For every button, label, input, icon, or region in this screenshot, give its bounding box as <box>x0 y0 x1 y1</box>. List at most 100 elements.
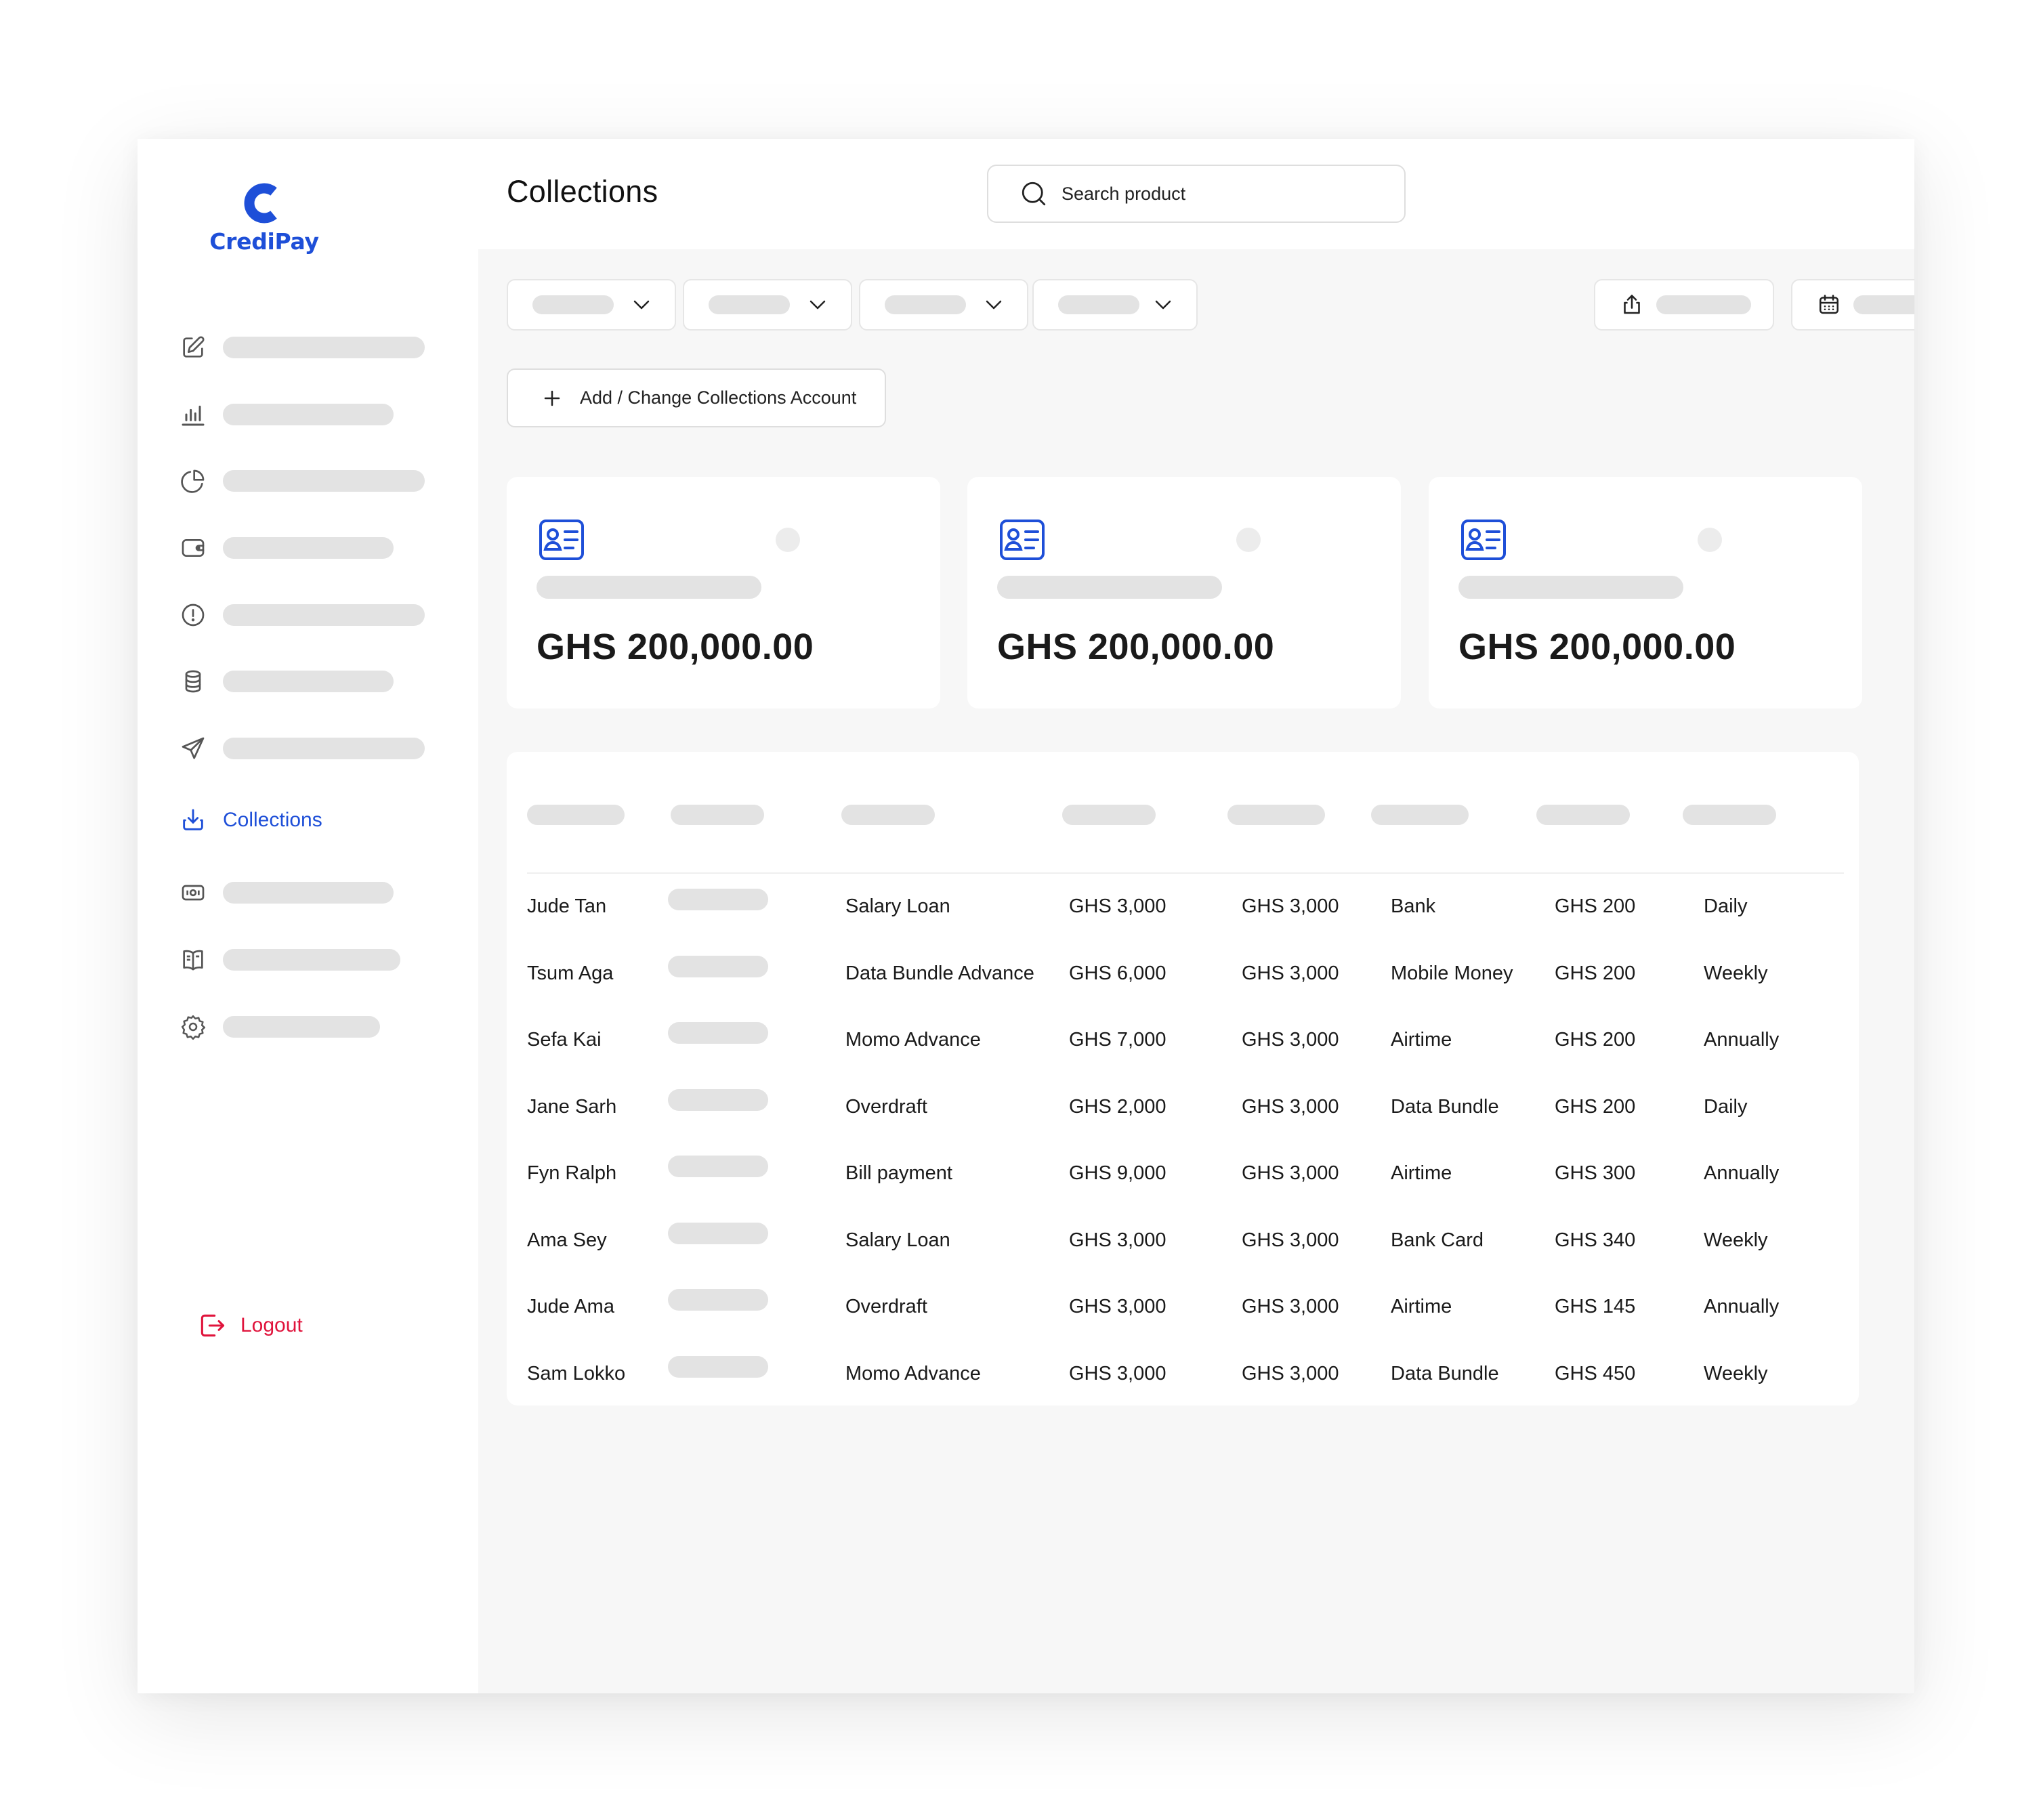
date-label-placeholder <box>1853 295 1914 314</box>
info-icon[interactable] <box>1698 528 1722 552</box>
table-cell-product: Overdraft <box>845 1296 927 1317</box>
table-cell-amount2: GHS 3,000 <box>1242 1362 1339 1384</box>
column-header-placeholder <box>1536 805 1630 825</box>
summary-card: GHS 200,000.00 <box>507 477 940 708</box>
table-cell-frequency: Daily <box>1704 895 1748 917</box>
table-cell-fee: GHS 200 <box>1555 1095 1636 1118</box>
cell-placeholder <box>668 1222 768 1244</box>
table-cell-frequency: Weekly <box>1704 1362 1768 1384</box>
search-icon <box>1022 182 1046 206</box>
logo-text: CrediPay <box>209 228 319 255</box>
chevron-down-icon <box>810 300 826 310</box>
card-label-placeholder <box>537 576 761 599</box>
sidebar-item-label-placeholder <box>223 882 394 904</box>
card-label-placeholder <box>1458 576 1683 599</box>
column-header-placeholder <box>841 805 935 825</box>
export-button[interactable] <box>1594 279 1774 331</box>
plus-icon <box>544 390 560 406</box>
chevron-down-icon <box>633 300 650 310</box>
table-cell-product: Overdraft <box>845 1095 927 1118</box>
sidebar-item-edit[interactable] <box>177 331 425 364</box>
table-cell-frequency: Annually <box>1704 1162 1780 1184</box>
alert-circle-icon <box>177 599 209 631</box>
column-header-placeholder <box>1227 805 1325 825</box>
sidebar-item-settings[interactable] <box>177 1010 380 1044</box>
filter-dropdown-4[interactable] <box>1032 279 1198 331</box>
sidebar-item-label-placeholder <box>223 949 400 971</box>
sidebar-item-wallet[interactable] <box>177 531 394 565</box>
table-cell-amount: GHS 3,000 <box>1069 1229 1166 1251</box>
filter-dropdown-1[interactable] <box>507 279 676 331</box>
table-cell-fee: GHS 300 <box>1555 1162 1636 1184</box>
table-row[interactable]: Jane Sarh Overdraft GHS 2,000 GHS 3,000 Data… <box>507 1088 1859 1130</box>
table-cell-amount: GHS 3,000 <box>1069 1362 1166 1384</box>
column-header-placeholder <box>1371 805 1469 825</box>
pie-chart-icon <box>177 465 209 497</box>
logo[interactable]: CrediPay <box>200 182 329 255</box>
table-cell-channel: Bank <box>1391 895 1436 917</box>
table-cell-fee: GHS 450 <box>1555 1362 1636 1384</box>
table-row[interactable]: Jude Ama Overdraft GHS 3,000 GHS 3,000 Airti… <box>507 1289 1859 1330</box>
filter-label-placeholder <box>1058 295 1139 314</box>
id-card-icon <box>1461 520 1506 560</box>
table-cell-frequency: Weekly <box>1704 962 1768 984</box>
table-cell-product: Momo Advance <box>845 1362 981 1384</box>
logout-label: Logout <box>240 1314 303 1336</box>
cell-placeholder <box>668 1156 768 1177</box>
send-icon <box>177 732 209 765</box>
table-cell-name: Tsum Aga <box>527 962 614 984</box>
info-icon[interactable] <box>1236 528 1261 552</box>
table-row[interactable]: Jude Tan Salary Loan GHS 3,000 GHS 3,000 Ban… <box>507 889 1859 929</box>
filter-dropdown-2[interactable] <box>683 279 852 331</box>
summary-card: GHS 200,000.00 <box>1429 477 1862 708</box>
table-row[interactable]: Tsum Aga Data Bundle Advance GHS 6,000 GHS … <box>507 955 1859 996</box>
sidebar-item-cash[interactable] <box>177 876 394 910</box>
info-icon[interactable] <box>776 528 800 552</box>
cash-icon <box>177 876 209 909</box>
table-cell-amount: GHS 6,000 <box>1069 962 1166 984</box>
date-picker-button[interactable] <box>1791 279 1914 331</box>
table-row[interactable]: Sam Lokko Momo Advance GHS 3,000 GHS 3,000 D… <box>507 1355 1859 1397</box>
search-input[interactable] <box>1060 182 1388 205</box>
table-cell-frequency: Weekly <box>1704 1229 1768 1251</box>
table-cell-name: Ama Sey <box>527 1229 607 1251</box>
sidebar-item-label-placeholder <box>223 738 425 759</box>
card-amount: GHS 200,000.00 <box>537 627 814 667</box>
id-card-icon <box>1000 520 1045 560</box>
column-header-placeholder <box>527 805 625 825</box>
sidebar-item-label-placeholder <box>223 1016 380 1038</box>
sidebar-item-label-placeholder <box>223 470 425 492</box>
search-box[interactable] <box>987 165 1406 223</box>
sidebar-item-analytics[interactable] <box>177 398 394 431</box>
table-cell-name: Sefa Kai <box>527 1029 602 1051</box>
sidebar-item-database[interactable] <box>177 664 394 698</box>
sidebar-item-alerts[interactable] <box>177 598 425 632</box>
share-icon <box>1624 295 1640 314</box>
sidebar-item-label-placeholder <box>223 404 394 425</box>
chevron-down-icon <box>1155 300 1171 310</box>
sidebar-item-send[interactable] <box>177 732 425 765</box>
table-row[interactable]: Fyn Ralph Bill payment GHS 9,000 GHS 3,000 A… <box>507 1156 1859 1196</box>
table-cell-channel: Data Bundle <box>1391 1362 1499 1384</box>
export-label-placeholder <box>1656 295 1751 314</box>
logout-button[interactable]: Logout <box>197 1311 303 1340</box>
table-cell-amount: GHS 3,000 <box>1069 895 1166 917</box>
sidebar-item-collections[interactable]: Collections <box>177 803 322 837</box>
filter-label-placeholder <box>709 295 790 314</box>
sidebar-item-reports[interactable] <box>177 464 425 498</box>
app-window: CrediPay Collections Logout Collections … <box>138 139 1914 1693</box>
sidebar-item-label-placeholder <box>223 604 425 626</box>
download-icon <box>177 804 209 837</box>
table-cell-fee: GHS 340 <box>1555 1229 1636 1251</box>
sidebar-item-label-placeholder <box>223 537 394 559</box>
add-collections-account-button[interactable]: Add / Change Collections Account <box>507 368 886 427</box>
table-row[interactable]: Sefa Kai Momo Advance GHS 7,000 GHS 3,000 Ai… <box>507 1022 1859 1063</box>
header: Collections <box>478 139 1914 249</box>
edit-icon <box>177 331 209 364</box>
table-row[interactable]: Ama Sey Salary Loan GHS 3,000 GHS 3,000 Bank… <box>507 1222 1859 1263</box>
add-collections-account-label: Add / Change Collections Account <box>580 387 857 408</box>
filter-dropdown-3[interactable] <box>859 279 1028 331</box>
table-cell-fee: GHS 200 <box>1555 1029 1636 1051</box>
table-cell-amount: GHS 3,000 <box>1069 1296 1166 1317</box>
sidebar-item-guide[interactable] <box>177 943 400 977</box>
